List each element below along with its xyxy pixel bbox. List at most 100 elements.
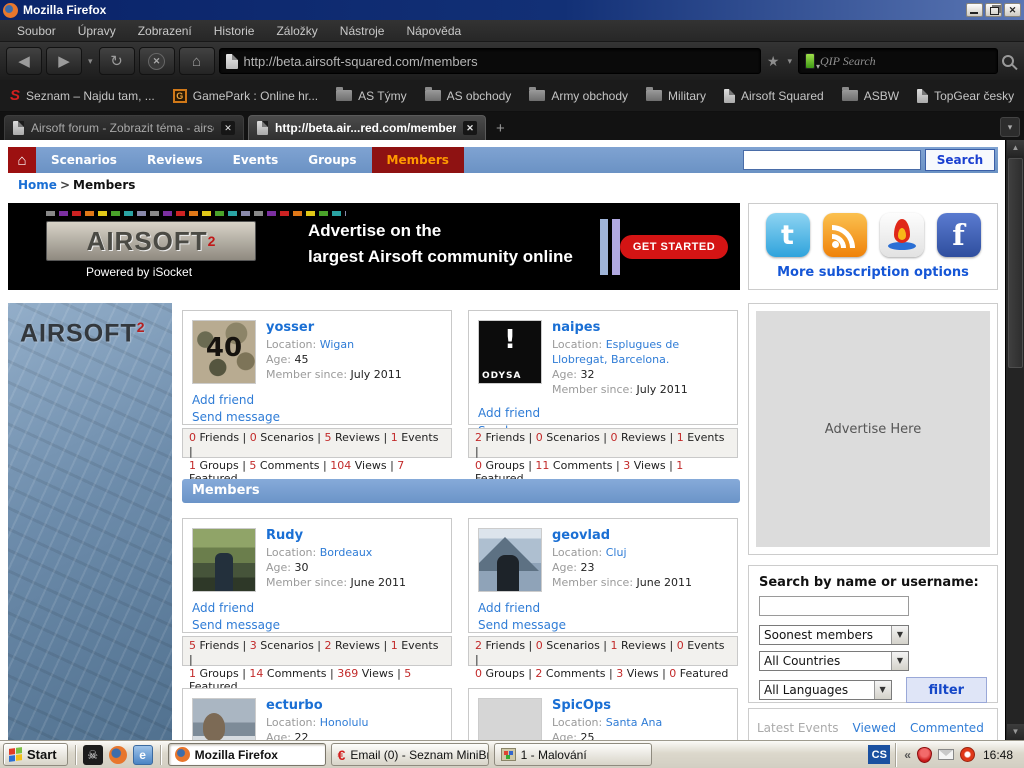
minimize-button[interactable] xyxy=(966,3,983,17)
back-button[interactable]: ◀ xyxy=(6,47,42,75)
tab-latest-events[interactable]: Latest Events xyxy=(757,721,839,735)
bookmark-star-icon[interactable]: ★ xyxy=(765,53,782,70)
url-input[interactable] xyxy=(244,54,754,69)
home-button[interactable]: ⌂ xyxy=(179,47,215,75)
send-message-link[interactable]: Send message xyxy=(192,409,442,426)
bookmark-airsoft-squared[interactable]: Airsoft Squared xyxy=(724,89,824,103)
facebook-icon[interactable]: f xyxy=(937,213,981,257)
tab-close-icon[interactable]: ✕ xyxy=(463,121,477,135)
nav-groups[interactable]: Groups xyxy=(293,147,371,173)
member-name-link[interactable]: geovlad xyxy=(552,528,692,543)
scroll-up-arrow[interactable]: ▲ xyxy=(1007,140,1024,156)
task-email[interactable]: €Email (0) - Seznam MiniBr... xyxy=(331,743,489,766)
bookmark-dropdown[interactable]: ▾ xyxy=(785,56,794,67)
chevron-down-icon[interactable]: ▼ xyxy=(891,626,908,644)
quicklaunch-explorer-icon[interactable]: e xyxy=(133,745,153,765)
sort-select[interactable]: Soonest members▼ xyxy=(759,625,909,645)
get-started-button[interactable]: GET STARTED xyxy=(620,235,728,259)
menu-nastroje[interactable]: Nástroje xyxy=(329,22,396,40)
tab-close-icon[interactable]: ✕ xyxy=(221,121,235,135)
qip-search-box[interactable] xyxy=(798,48,998,74)
country-select[interactable]: All Countries▼ xyxy=(759,651,909,671)
nav-events[interactable]: Events xyxy=(218,147,294,173)
avatar-geovlad[interactable] xyxy=(478,528,542,592)
opera-tray-icon[interactable] xyxy=(960,747,975,762)
avatar-yosser[interactable]: 40 xyxy=(192,320,256,384)
bookmark-folder-as-tymy[interactable]: AS Týmy xyxy=(336,89,406,103)
tab-commented[interactable]: Commented xyxy=(910,721,984,735)
member-name-link[interactable]: ecturbo xyxy=(266,698,369,713)
restore-button[interactable] xyxy=(985,3,1002,17)
avatar-naipes[interactable]: !ODYSA xyxy=(478,320,542,384)
scroll-down-arrow[interactable]: ▼ xyxy=(1007,724,1024,740)
site-search-input[interactable] xyxy=(743,150,921,170)
filter-button[interactable]: filter xyxy=(906,677,987,703)
add-friend-link[interactable]: Add friend xyxy=(478,405,728,422)
avatar-ecturbo[interactable] xyxy=(192,698,256,740)
nav-members-active[interactable]: Members xyxy=(372,147,464,173)
twitter-icon[interactable]: t xyxy=(766,213,810,257)
new-tab-button[interactable]: + xyxy=(490,117,511,140)
location-link[interactable]: Wigan xyxy=(320,338,354,351)
breadcrumb-home-link[interactable]: Home xyxy=(18,178,57,192)
nav-reviews[interactable]: Reviews xyxy=(132,147,218,173)
nav-scenarios[interactable]: Scenarios xyxy=(36,147,132,173)
advertise-here-box[interactable]: Advertise Here xyxy=(748,303,998,555)
tab-viewed[interactable]: Viewed xyxy=(853,721,896,735)
menu-soubor[interactable]: Soubor xyxy=(6,22,67,40)
bookmark-folder-military[interactable]: Military xyxy=(646,89,706,103)
vertical-scrollbar[interactable]: ▲ ▼ xyxy=(1005,140,1024,740)
send-message-link[interactable]: Send message xyxy=(192,617,442,634)
search-magnifier-icon[interactable] xyxy=(1002,55,1014,67)
security-shield-icon[interactable] xyxy=(917,747,932,763)
tray-expand-chevron[interactable]: « xyxy=(904,748,911,762)
tab-members-active[interactable]: http://beta.air...red.com/members ✕ xyxy=(248,115,486,140)
mail-tray-icon[interactable] xyxy=(938,749,954,760)
qip-search-input[interactable] xyxy=(820,54,991,69)
location-link[interactable]: Honolulu xyxy=(320,716,369,729)
location-link[interactable]: Bordeaux xyxy=(320,546,373,559)
bookmark-folder-as-obchody[interactable]: AS obchody xyxy=(425,89,512,103)
url-bar[interactable] xyxy=(219,48,761,74)
add-friend-link[interactable]: Add friend xyxy=(192,392,442,409)
task-paint[interactable]: 1 - Malování xyxy=(494,743,652,766)
add-friend-link[interactable]: Add friend xyxy=(192,600,442,617)
chevron-down-icon[interactable]: ▼ xyxy=(874,681,891,699)
menu-upravy[interactable]: Úpravy xyxy=(67,22,127,40)
language-select[interactable]: All Languages▼ xyxy=(759,680,892,700)
bookmark-seznam[interactable]: SSeznam – Najdu tam, ... xyxy=(10,87,155,104)
forward-history-dropdown[interactable]: ▾ xyxy=(86,56,95,67)
avatar-rudy[interactable] xyxy=(192,528,256,592)
member-name-link[interactable]: Rudy xyxy=(266,528,406,543)
avatar-spicops[interactable] xyxy=(478,698,542,740)
add-friend-link[interactable]: Add friend xyxy=(478,600,728,617)
tab-list-button[interactable]: ▾ xyxy=(1000,117,1020,137)
advertise-banner[interactable]: AIRSOFT2 Powered by iSocket Advertise on… xyxy=(8,203,740,290)
location-link[interactable]: Cluj xyxy=(606,546,627,559)
start-button[interactable]: Start xyxy=(3,743,68,766)
reload-button[interactable]: ↻ xyxy=(99,47,135,75)
stop-button[interactable]: ✕ xyxy=(139,47,175,75)
scrollbar-thumb[interactable] xyxy=(1008,158,1023,368)
qip-engine-icon[interactable] xyxy=(805,53,815,69)
bookmark-gamepark[interactable]: GGamePark : Online hr... xyxy=(173,89,318,103)
tab-airsoft-forum[interactable]: Airsoft forum - Zobrazit téma - airsoft²… xyxy=(4,115,244,140)
feedburner-icon[interactable] xyxy=(880,213,924,257)
forward-button[interactable]: ▶ xyxy=(46,47,82,75)
more-subscription-link[interactable]: More subscription options xyxy=(749,265,997,280)
member-name-link[interactable]: yosser xyxy=(266,320,402,335)
menu-zalozky[interactable]: Záložky xyxy=(265,22,328,40)
chevron-down-icon[interactable]: ▼ xyxy=(891,652,908,670)
menu-napoveda[interactable]: Nápověda xyxy=(395,22,472,40)
site-home-button[interactable]: ⌂ xyxy=(8,147,36,173)
bookmark-folder-army-obchody[interactable]: Army obchody xyxy=(529,89,628,103)
language-indicator[interactable]: CS xyxy=(868,745,890,764)
bookmark-folder-asbw[interactable]: ASBW xyxy=(842,89,899,103)
task-firefox[interactable]: Mozilla Firefox xyxy=(168,743,326,766)
quicklaunch-app-icon[interactable]: ☠ xyxy=(83,745,103,765)
quicklaunch-firefox-icon[interactable] xyxy=(108,745,128,765)
name-search-input[interactable] xyxy=(759,596,909,616)
location-link[interactable]: Santa Ana xyxy=(606,716,662,729)
close-button[interactable] xyxy=(1004,3,1021,17)
send-message-link[interactable]: Send message xyxy=(478,617,728,634)
